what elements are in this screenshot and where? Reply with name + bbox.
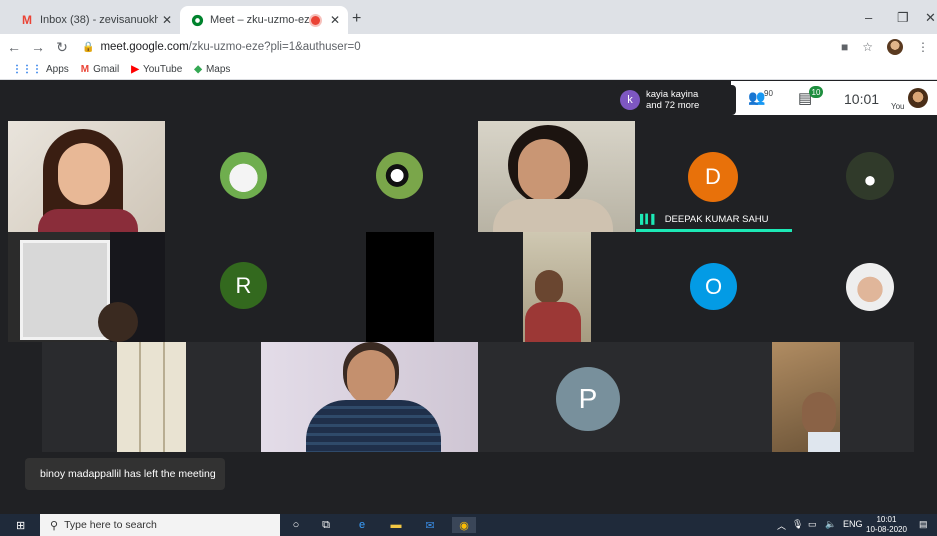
search-icon: ⚲ (50, 519, 59, 532)
chrome-icon[interactable]: ◉ (452, 517, 476, 533)
avatar-panda (376, 152, 423, 199)
people-icon[interactable]: 👥 (748, 89, 765, 106)
video-tile-man-red-shirt[interactable] (523, 232, 591, 342)
avatar-d: D (688, 152, 738, 202)
chip-text: kayia kayina and 72 more (646, 89, 700, 111)
bookmarks-bar: ⋮⋮⋮ Apps M Gmail ▶ YouTube ◆ Maps (0, 60, 937, 80)
active-speaker-label: ▌▍▌ DEEPAK KUMAR SAHU (640, 213, 769, 225)
taskbar-search[interactable]: ⚲ Type here to search (40, 514, 280, 536)
recording-icon (310, 15, 320, 25)
bookmark-youtube[interactable]: ▶ YouTube (131, 64, 182, 75)
address-bar: ← → ↻ 🔒 meet.google.com/zku-uzmo-eze?pli… (0, 34, 937, 60)
youtube-icon: ▶ (131, 64, 139, 75)
camera-icon[interactable]: ■ (841, 40, 848, 54)
restore-icon[interactable]: ❐ (897, 10, 909, 26)
notification-icon[interactable]: ▤ (919, 519, 928, 530)
avatar-birds (220, 152, 267, 199)
close-tab-icon[interactable]: ✕ (162, 13, 172, 27)
microphone-icon[interactable]: 🎙 (792, 519, 803, 530)
gmail-icon: M (22, 13, 32, 27)
url-field[interactable]: meet.google.com/zku-uzmo-eze?pli=1&authu… (100, 41, 360, 53)
avatar-man-dark (846, 152, 894, 200)
avatar: k (620, 90, 640, 110)
tray-expand-icon[interactable]: ︿ (777, 519, 786, 532)
avatar-r: R (220, 262, 267, 309)
menu-icon[interactable]: ⋮ (917, 40, 929, 54)
minimize-icon[interactable]: – (865, 10, 872, 25)
back-icon[interactable]: ← (4, 39, 24, 55)
bookmark-maps[interactable]: ◆ Maps (194, 64, 230, 75)
windows-start-icon[interactable]: ⊞ (16, 519, 25, 532)
video-tile-room[interactable] (8, 232, 165, 342)
you-label: You (891, 102, 905, 111)
participants-preview-chip[interactable]: k kayia kayina and 72 more (616, 85, 736, 115)
tab-gmail-inbox[interactable]: M Inbox (38) - zevisanuokhate@gm ✕ (10, 6, 180, 34)
tab-title: Inbox (38) - zevisanuokhate@gm (40, 14, 158, 26)
video-tile-woman-older[interactable] (478, 121, 635, 232)
windows-taskbar: ⊞ ⚲ Type here to search ○ ⧉ e ▬ ✉ ◉ ︿ 🎙 … (0, 514, 937, 536)
avatar-o: O (690, 263, 737, 310)
chat-badge: 10 (809, 86, 823, 98)
cortana-icon[interactable]: ○ (288, 517, 304, 533)
avatar-p: P (556, 367, 620, 431)
taskbar-clock[interactable]: 10:01 10-08-2020 (866, 515, 907, 535)
maps-icon: ◆ (194, 64, 202, 75)
edge-icon[interactable]: e (354, 517, 370, 533)
video-tile-man-ceiling[interactable] (772, 342, 840, 452)
close-window-icon[interactable]: ✕ (925, 10, 936, 26)
file-explorer-icon[interactable]: ▬ (388, 517, 404, 533)
self-avatar[interactable] (908, 88, 928, 108)
meeting-left-toast: binoy madappallil has left the meeting (25, 458, 225, 490)
browser-tab-bar: M Inbox (38) - zevisanuokhate@gm ✕ Meet … (0, 0, 937, 34)
task-view-icon[interactable]: ⧉ (318, 517, 334, 533)
mail-icon[interactable]: ✉ (422, 517, 438, 533)
video-tile-black[interactable] (366, 232, 434, 342)
speaking-indicator-icon: ▌▍▌ (640, 213, 658, 224)
lock-icon[interactable]: 🔒 (82, 42, 94, 53)
video-tile-young-man[interactable] (261, 342, 478, 452)
avatar-man-light (846, 263, 894, 311)
active-speaker-bar (636, 229, 792, 232)
close-tab-icon[interactable]: ✕ (330, 13, 340, 27)
forward-icon[interactable]: → (28, 39, 48, 55)
profile-avatar[interactable] (887, 39, 903, 55)
gmail-icon: M (80, 64, 90, 75)
new-tab-icon[interactable]: + (352, 10, 361, 28)
reload-icon[interactable]: ↻ (52, 39, 72, 56)
people-count: 90 (764, 89, 773, 98)
language-indicator[interactable]: ENG (843, 519, 863, 529)
volume-icon[interactable]: 🔈 (825, 519, 836, 530)
video-tile-window[interactable] (117, 342, 186, 452)
tab-title: Meet – zku-uzmo-eze (210, 14, 311, 26)
bookmark-apps[interactable]: ⋮⋮⋮ Apps (12, 64, 69, 75)
tab-meet[interactable]: Meet – zku-uzmo-eze ✕ (180, 6, 348, 34)
network-icon[interactable]: ▭ (808, 519, 817, 530)
video-tile-woman-glasses[interactable] (8, 121, 165, 232)
meeting-clock: 10:01 (844, 91, 880, 107)
bookmark-gmail[interactable]: M Gmail (81, 64, 119, 75)
apps-grid-icon: ⋮⋮⋮ (12, 64, 42, 75)
meet-top-bar: k kayia kayina and 72 more 👥 90 ▤ 10 10:0… (8, 81, 937, 119)
star-icon[interactable]: ☆ (862, 40, 873, 54)
meet-icon (190, 13, 204, 27)
